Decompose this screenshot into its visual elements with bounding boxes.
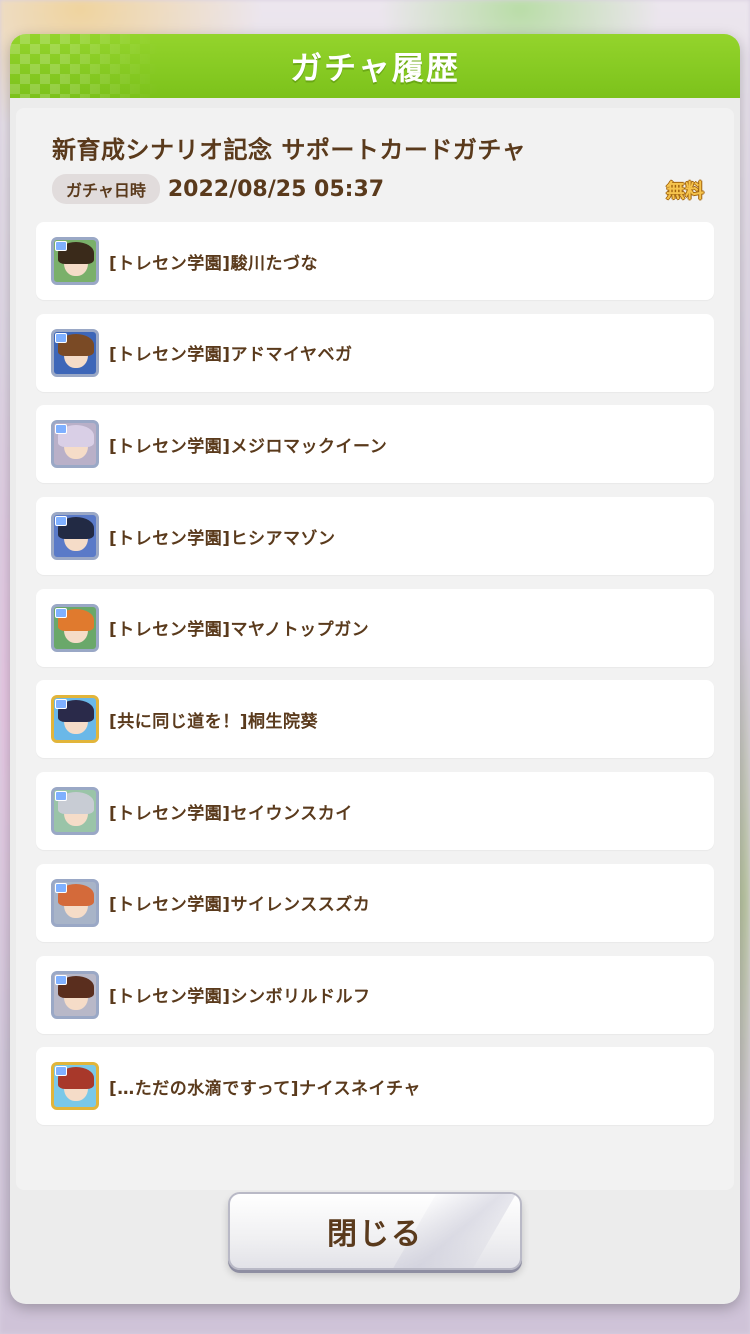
card-type-icon (55, 974, 67, 985)
card-thumbnail-icon (51, 878, 99, 927)
card-type-icon (55, 332, 67, 343)
card-name: [トレセン学園]サイレンススズカ (109, 895, 371, 916)
card-name: [トレセン学園]駿川たづな (109, 253, 319, 274)
card-thumbnail-icon (51, 695, 99, 744)
card-name: [トレセン学園]シンボリルドルフ (109, 987, 371, 1007)
header-pattern (10, 34, 160, 98)
card-thumbnail-icon (51, 1062, 99, 1111)
cost-label: 無料 (665, 180, 704, 202)
result-row[interactable]: [トレセン学園]メジロマックイーン (36, 405, 714, 484)
date-tag: ガチャ日時 (52, 174, 160, 204)
result-row[interactable]: [共に同じ道を！]桐生院葵 (36, 680, 714, 759)
modal-title: ガチャ履歴 (290, 49, 460, 87)
result-row[interactable]: […ただの水滴ですって]ナイスネイチャ (36, 1047, 714, 1126)
card-thumbnail-icon (51, 603, 99, 652)
card-name: [トレセン学園]ヒシアマゾン (109, 528, 336, 549)
card-thumbnail-icon (51, 787, 99, 836)
modal-header: ガチャ履歴 (10, 34, 740, 98)
card-type-icon (55, 699, 67, 710)
history-content: 新育成シナリオ記念 サポートカードガチャ ガチャ日時 2022/08/25 05… (16, 108, 734, 1190)
result-list: [トレセン学園]駿川たづな [トレセン学園]アドマイヤベガ [トレセン学園]メジロマ… (36, 222, 714, 1139)
card-thumbnail-icon (51, 970, 99, 1019)
card-name: [トレセン学園]メジロマックイーン (109, 436, 388, 457)
card-name: […ただの水滴ですって]ナイスネイチャ (109, 1078, 421, 1099)
card-thumbnail-icon (51, 328, 99, 377)
card-name: [共に同じ道を！]桐生院葵 (109, 711, 319, 732)
result-row[interactable]: [トレセン学園]シンボリルドルフ (36, 955, 714, 1034)
card-name: [トレセン学園]セイウンスカイ (109, 803, 353, 824)
card-type-icon (55, 1066, 67, 1077)
result-row[interactable]: [トレセン学園]アドマイヤベガ (36, 313, 714, 392)
card-thumbnail-icon (51, 237, 99, 285)
card-thumbnail-icon (51, 420, 99, 469)
close-button[interactable]: 閉じる (228, 1192, 522, 1270)
card-type-icon (55, 241, 67, 251)
card-type-icon (55, 791, 67, 802)
result-row[interactable]: [トレセン学園]サイレンススズカ (36, 863, 714, 942)
result-row[interactable]: [トレセン学園]ヒシアマゾン (36, 497, 714, 576)
card-type-icon (55, 607, 67, 618)
result-row[interactable]: [トレセン学園]マヤノトップガン (36, 588, 714, 667)
card-type-icon (55, 424, 67, 435)
gacha-history-modal: ガチャ履歴 新育成シナリオ記念 サポートカードガチャ ガチャ日時 2022/08… (10, 34, 740, 1304)
result-row[interactable]: [トレセン学園]駿川たづな (36, 222, 714, 300)
card-name: [トレセン学園]マヤノトップガン (109, 620, 370, 641)
card-type-icon (55, 516, 67, 527)
result-row[interactable]: [トレセン学園]セイウンスカイ (36, 772, 714, 851)
close-button-label: 閉じる (327, 1217, 423, 1252)
date-row: ガチャ日時 2022/08/25 05:37 (52, 174, 384, 204)
card-thumbnail-icon (51, 512, 99, 561)
gacha-name: 新育成シナリオ記念 サポートカードガチャ (52, 136, 527, 164)
card-name: [トレセン学園]アドマイヤベガ (109, 345, 353, 366)
date-value: 2022/08/25 05:37 (167, 176, 385, 202)
card-type-icon (55, 882, 67, 893)
